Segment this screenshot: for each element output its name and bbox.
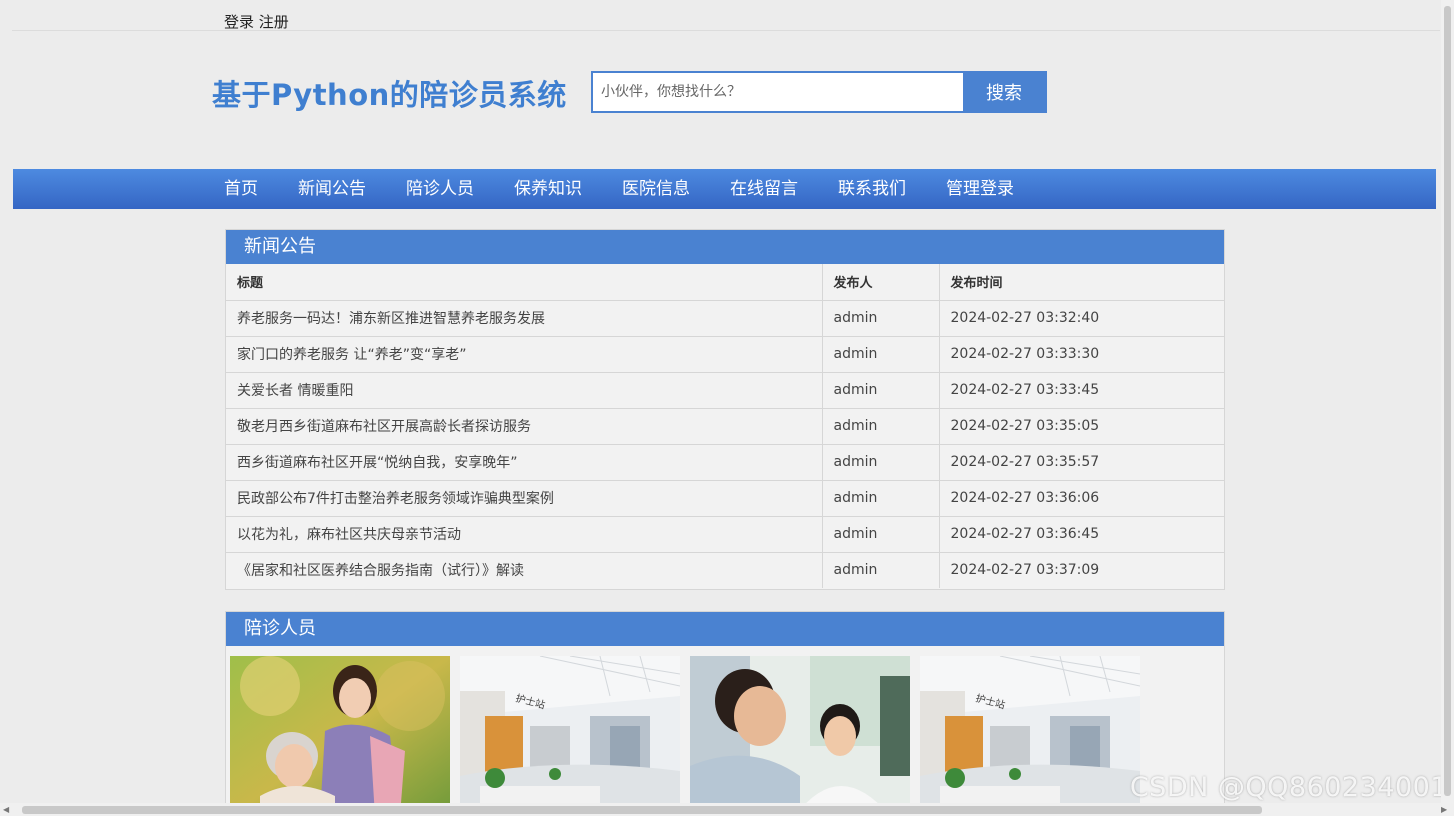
news-title[interactable]: 民政部公布7件打击整治养老服务领域诈骗典型案例 (226, 480, 823, 517)
news-time: 2024-02-27 03:36:06 (939, 480, 1224, 517)
news-title[interactable]: 关爱长者 情暖重阳 (226, 372, 823, 409)
table-row[interactable]: 养老服务一码达！浦东新区推进智慧养老服务发展 admin 2024-02-27 03… (226, 300, 1224, 337)
news-title[interactable]: 以花为礼，麻布社区共庆母亲节活动 (226, 516, 823, 553)
nurse-station-photo[interactable]: 护士站 (460, 656, 680, 816)
news-time: 2024-02-27 03:35:57 (939, 444, 1224, 481)
news-time: 2024-02-27 03:32:40 (939, 300, 1224, 337)
news-author: admin (822, 408, 940, 445)
news-author: admin (822, 372, 940, 409)
caregiver-elderly-photo[interactable] (230, 656, 450, 816)
search-button[interactable]: 搜索 (963, 73, 1045, 111)
news-title[interactable]: 家门口的养老服务 让“养老”变“享老” (226, 336, 823, 373)
news-title[interactable]: 西乡街道麻布社区开展“悦纳自我，安享晚年” (226, 444, 823, 481)
news-author: admin (822, 480, 940, 517)
table-row[interactable]: 关爱长者 情暖重阳 admin 2024-02-27 03:33:45 (226, 372, 1224, 409)
news-time: 2024-02-27 03:33:30 (939, 336, 1224, 373)
horizontal-scrollbar-thumb[interactable] (22, 806, 1262, 814)
table-row[interactable]: 西乡街道麻布社区开展“悦纳自我，安享晚年” admin 2024-02-27 03:… (226, 444, 1224, 481)
table-row[interactable]: 敬老月西乡街道麻布社区开展高龄长者探访服务 admin 2024-02-27 03:… (226, 408, 1224, 445)
news-table: 标题 发布人 发布时间 养老服务一码达！浦东新区推进智慧养老服务发展 admin 2… (226, 264, 1224, 588)
column-header-time: 发布时间 (939, 264, 1224, 301)
escort-photo-grid: 护士站 护士站 (230, 656, 1150, 816)
doctor-consult-photo[interactable] (690, 656, 910, 816)
escort-panel: 陪诊人员 护士站 护士站 (225, 611, 1225, 816)
search-box: 搜索 (591, 71, 1047, 113)
table-row[interactable]: 《居家和社区医养结合服务指南（试行）》解读 admin 2024-02-27 03:… (226, 552, 1224, 588)
table-row[interactable]: 民政部公布7件打击整治养老服务领域诈骗典型案例 admin 2024-02-27 0… (226, 480, 1224, 517)
scroll-right-icon[interactable]: ▶ (1441, 805, 1447, 814)
nav-item-news[interactable]: 新闻公告 (298, 169, 366, 209)
site-title: 基于Python的陪诊员系统 (212, 78, 567, 112)
table-header-row: 标题 发布人 发布时间 (226, 264, 1224, 301)
news-panel-header: 新闻公告 (226, 230, 1224, 264)
news-time: 2024-02-27 03:35:05 (939, 408, 1224, 445)
vertical-scrollbar[interactable] (1441, 0, 1454, 803)
main-nav: 首页 新闻公告 陪诊人员 保养知识 医院信息 在线留言 联系我们 管理登录 (13, 169, 1436, 209)
nav-item-admin-login[interactable]: 管理登录 (946, 169, 1014, 209)
nurse-station-photo[interactable]: 护士站 (920, 656, 1140, 816)
nav-item-escorts[interactable]: 陪诊人员 (406, 169, 474, 209)
news-panel: 新闻公告 标题 发布人 发布时间 养老服务一码达！浦东新区推进智慧养老服务发展 a… (225, 229, 1225, 590)
escort-panel-header: 陪诊人员 (226, 612, 1224, 646)
nav-item-care-knowledge[interactable]: 保养知识 (514, 169, 582, 209)
nav-item-home[interactable]: 首页 (224, 169, 258, 209)
register-link[interactable]: 注册 (259, 13, 289, 31)
horizontal-scrollbar[interactable]: ◀ ▶ (0, 803, 1454, 816)
table-row[interactable]: 以花为礼，麻布社区共庆母亲节活动 admin 2024-02-27 03:36:45 (226, 516, 1224, 553)
news-title[interactable]: 养老服务一码达！浦东新区推进智慧养老服务发展 (226, 300, 823, 337)
news-time: 2024-02-27 03:33:45 (939, 372, 1224, 409)
nav-item-contact[interactable]: 联系我们 (838, 169, 906, 209)
column-header-title: 标题 (226, 264, 823, 301)
column-header-author: 发布人 (822, 264, 940, 301)
nav-item-message[interactable]: 在线留言 (730, 169, 798, 209)
news-title[interactable]: 《居家和社区医养结合服务指南（试行）》解读 (226, 552, 823, 588)
auth-links: 登录 注册 (224, 11, 289, 32)
table-row[interactable]: 家门口的养老服务 让“养老”变“享老” admin 2024-02-27 03:33… (226, 336, 1224, 373)
top-bar: 登录 注册 (12, 0, 1440, 31)
news-time: 2024-02-27 03:37:09 (950, 562, 1100, 579)
scroll-left-icon[interactable]: ◀ (3, 805, 9, 814)
news-author: admin (822, 300, 940, 337)
news-time: 2024-02-27 03:36:45 (939, 516, 1224, 553)
news-author: admin (822, 336, 940, 373)
csdn-watermark: CSDN @QQ860234001 (1129, 772, 1448, 803)
vertical-scrollbar-thumb[interactable] (1444, 6, 1451, 796)
news-title[interactable]: 敬老月西乡街道麻布社区开展高龄长者探访服务 (226, 408, 823, 445)
nav-item-hospital-info[interactable]: 医院信息 (622, 169, 690, 209)
news-author: admin (822, 516, 940, 553)
news-author: admin (822, 552, 940, 588)
login-link[interactable]: 登录 (224, 13, 254, 31)
news-author: admin (822, 444, 940, 481)
search-input[interactable] (593, 73, 963, 111)
